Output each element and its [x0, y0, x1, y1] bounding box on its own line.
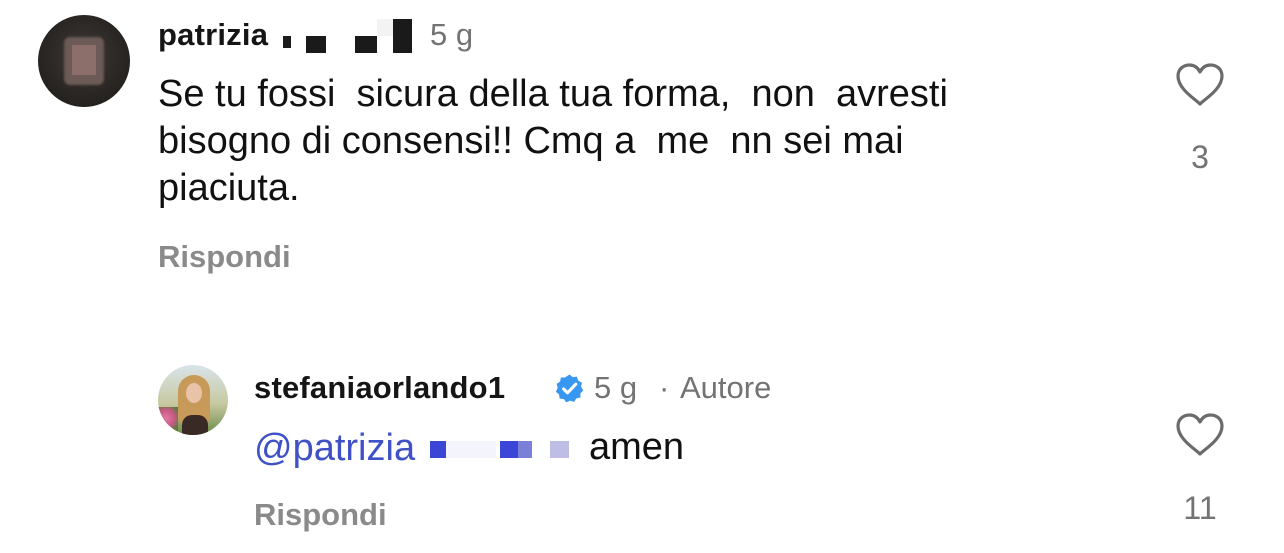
- reply-button[interactable]: Rispondi: [254, 497, 387, 533]
- redaction-block: [377, 19, 393, 36]
- comment-username[interactable]: patrizia: [158, 17, 268, 53]
- avatar[interactable]: [38, 15, 130, 107]
- avatar-image-body: [182, 415, 208, 435]
- comment-username[interactable]: stefaniaorlando1: [254, 370, 505, 406]
- comment-text: amen: [589, 426, 685, 468]
- redaction-block: [355, 36, 377, 53]
- redaction-block: [550, 441, 569, 458]
- author-label: Autore: [680, 370, 772, 405]
- redaction-block: [283, 36, 291, 48]
- like-button[interactable]: [1175, 412, 1225, 458]
- comment-timestamp: 5 g: [594, 370, 638, 405]
- redaction-block: [430, 441, 446, 458]
- like-count: 11: [1183, 490, 1217, 526]
- like-count: 3: [1191, 139, 1209, 175]
- mention-link[interactable]: @patrizia: [254, 427, 415, 470]
- meta-separator: ·: [659, 370, 670, 405]
- redaction-block: [518, 441, 532, 458]
- avatar-image-detail: [72, 45, 96, 75]
- reply-button[interactable]: Rispondi: [158, 239, 291, 275]
- comment-timestamp: 5 g: [430, 17, 474, 52]
- comment-text-line-1: Se tu fossi sicura della tua forma, non …: [158, 73, 948, 115]
- comment-text-line-3: piaciuta.: [158, 167, 300, 209]
- redaction-block: [393, 19, 412, 53]
- avatar-image: [158, 407, 178, 435]
- redaction-block: [500, 441, 518, 458]
- comment-text-line-2: bisogno di consensi!! Cmq a me nn sei ma…: [158, 120, 904, 162]
- redaction-block: [306, 36, 326, 53]
- avatar-image-face: [186, 383, 202, 403]
- avatar[interactable]: [158, 365, 228, 435]
- heart-icon: [1176, 413, 1224, 456]
- redaction-block: [446, 441, 496, 458]
- heart-icon: [1176, 63, 1224, 106]
- verified-badge-icon: [554, 373, 585, 404]
- like-button[interactable]: [1175, 62, 1225, 108]
